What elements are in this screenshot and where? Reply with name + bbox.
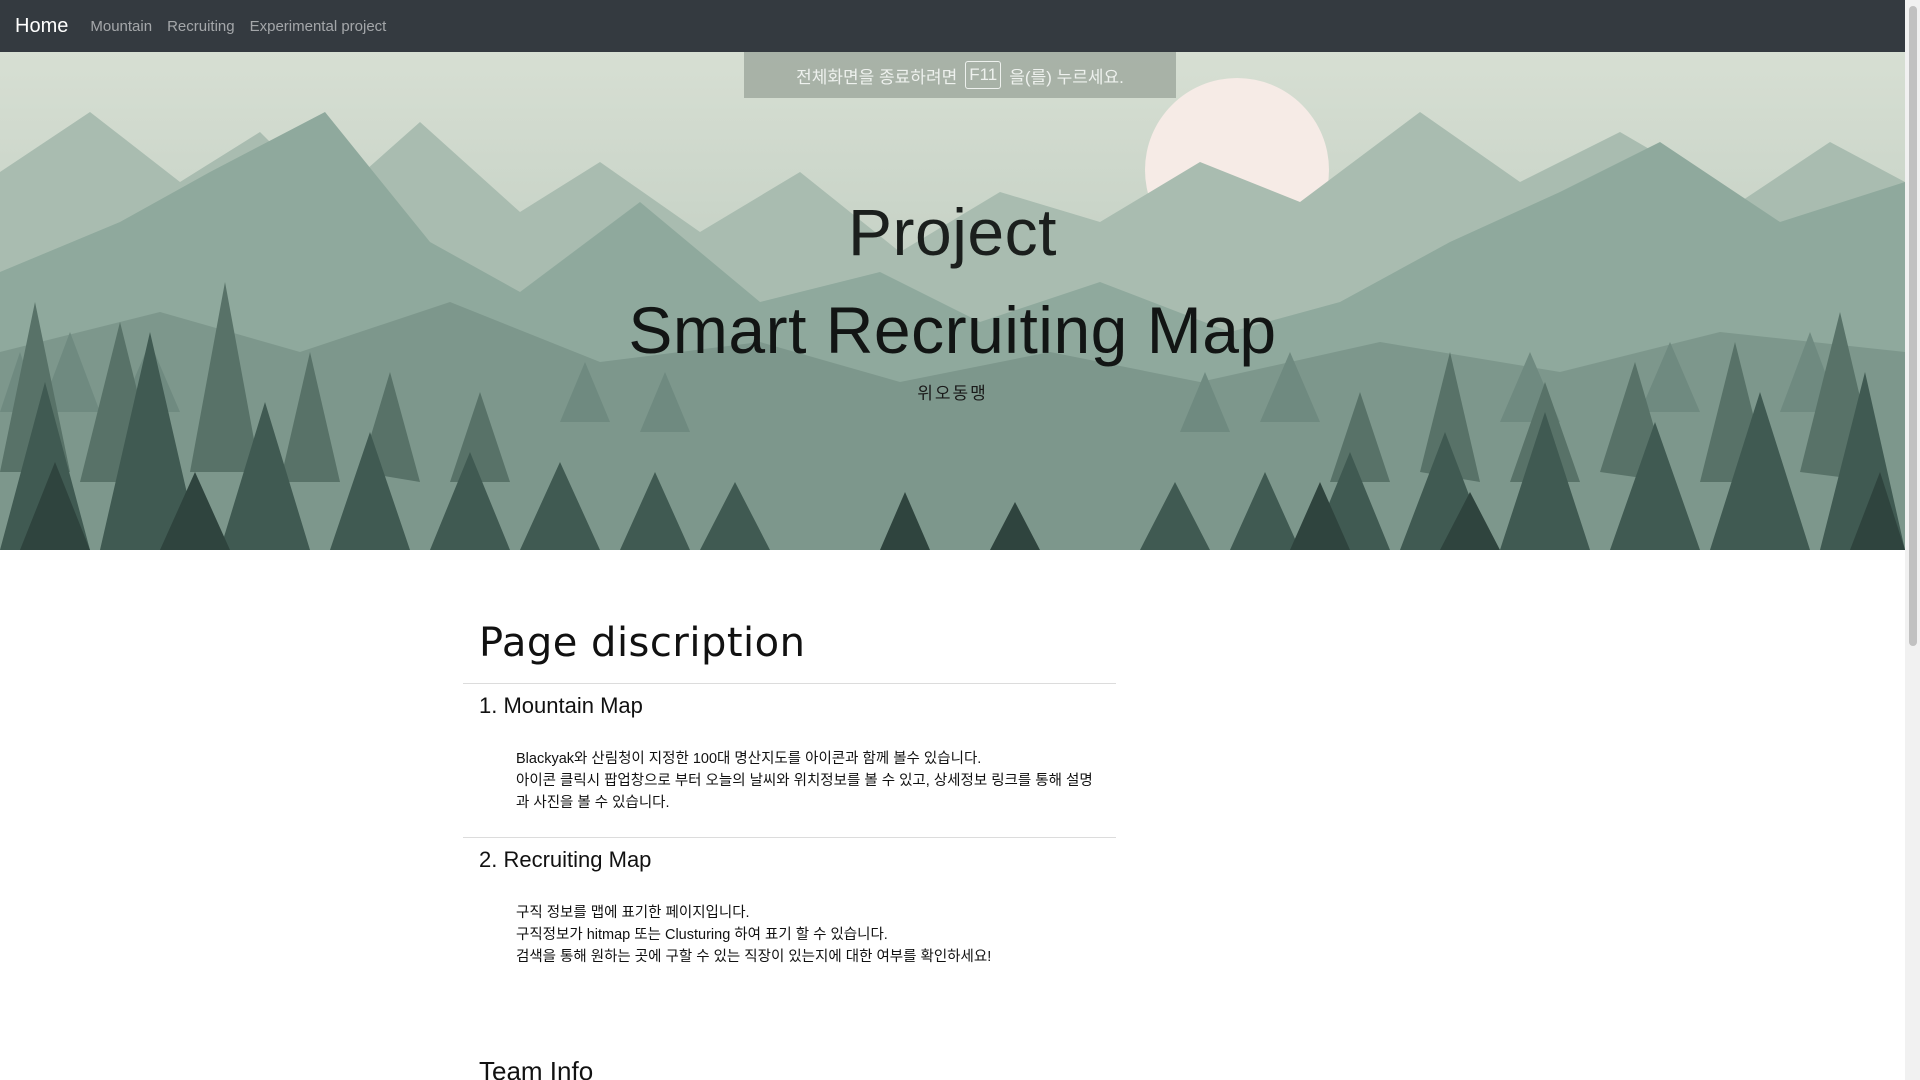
- hero-title-line1: Project: [848, 195, 1057, 269]
- vertical-scrollbar[interactable]: [1905, 0, 1920, 1080]
- description-line: 과 사진을 볼 수 있습니다.: [516, 795, 670, 811]
- hero-subtitle: 위오동맹: [917, 384, 988, 403]
- description-line: 검색을 통해 원하는 곳에 구할 수 있는 직장이 있는지에 대한 여부를 확인…: [516, 949, 992, 965]
- f11-key-badge: F11: [965, 61, 1002, 89]
- page-title: Page discription: [479, 620, 806, 666]
- top-navbar: Home Mountain Recruiting Experimental pr…: [0, 0, 1905, 52]
- hero-title-line2: Smart Recruiting Map: [628, 293, 1277, 367]
- scrollbar-thumb[interactable]: [1909, 6, 1917, 646]
- divider: [463, 837, 1116, 838]
- nav-home-link[interactable]: Home: [15, 15, 68, 38]
- nav-link-mountain[interactable]: Mountain: [90, 18, 152, 35]
- hero-banner: Project Smart Recruiting Map 위오동맹: [0, 52, 1905, 550]
- team-info-title: Team Info: [479, 1056, 594, 1080]
- description-line: 구직정보가 hitmap 또는 Clusturing 하여 표기 할 수 있습니…: [516, 927, 888, 943]
- section-description-mountain-map: Blackyak와 산림청이 지정한 100대 명산지도를 아이콘과 함께 볼수…: [516, 748, 1106, 814]
- nav-link-experimental-project[interactable]: Experimental project: [250, 18, 387, 35]
- fullscreen-exit-notice: 전체화면을 종료하려면 F11 을(를) 누르세요.: [744, 52, 1176, 98]
- section-title-recruiting-map: 2. Recruiting Map: [479, 847, 652, 872]
- description-line: 아이콘 클릭시 팝업창으로 부터 오늘의 날씨와 위치정보를 볼 수 있고, 상…: [516, 773, 1093, 789]
- description-line: 구직 정보를 맵에 표기한 페이지입니다.: [516, 905, 750, 921]
- fullscreen-notice-after: 을(를) 누르세요.: [1009, 67, 1124, 87]
- section-description-recruiting-map: 구직 정보를 맵에 표기한 페이지입니다. 구직정보가 hitmap 또는 Cl…: [516, 902, 1106, 968]
- section-title-mountain-map: 1. Mountain Map: [479, 693, 643, 718]
- nav-link-recruiting[interactable]: Recruiting: [167, 18, 235, 35]
- fullscreen-notice-before: 전체화면을 종료하려면: [796, 67, 958, 87]
- divider: [463, 683, 1116, 684]
- description-line: Blackyak와 산림청이 지정한 100대 명산지도를 아이콘과 함께 볼수…: [516, 751, 982, 767]
